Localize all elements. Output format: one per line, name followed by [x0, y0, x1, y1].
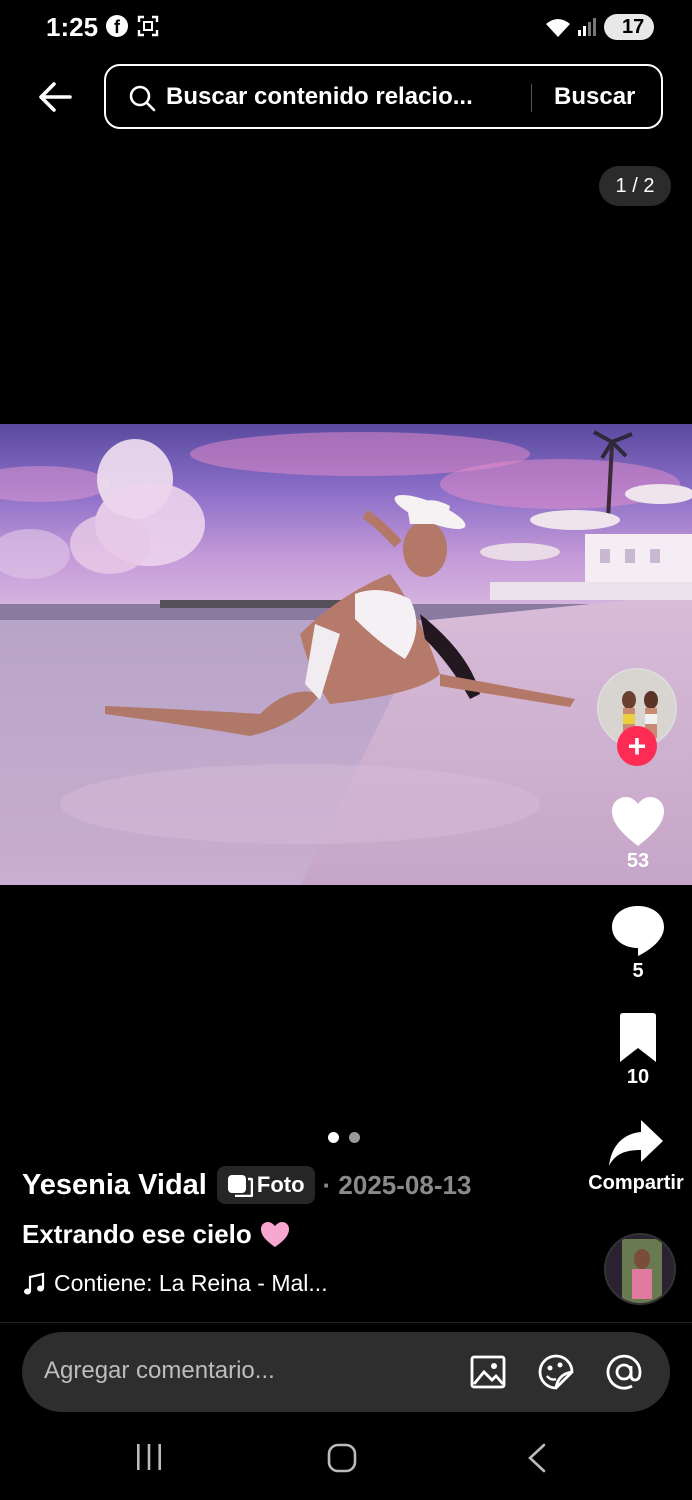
music-info[interactable]: Contiene: La Reina - Mal...	[22, 1270, 328, 1297]
comment-count: 5	[632, 960, 644, 982]
music-note-icon	[24, 1272, 45, 1294]
like-button[interactable]: 53	[588, 796, 688, 873]
save-button[interactable]: 10	[588, 1012, 688, 1089]
post-date: · 2025-08-13	[322, 1169, 472, 1200]
music-disc[interactable]	[604, 1233, 676, 1305]
home-nav-icon[interactable]	[326, 1442, 358, 1474]
music-title: Contiene: La Reina - Mal...	[54, 1270, 328, 1296]
share-label: Compartir	[588, 1172, 684, 1194]
carousel-dot-active	[328, 1132, 339, 1143]
back-arrow-icon[interactable]	[36, 78, 74, 116]
search-divider	[531, 84, 532, 112]
carousel-dot	[349, 1132, 360, 1143]
status-time: 1:25	[46, 12, 99, 42]
photo-tag-label: Foto	[256, 1172, 305, 1197]
search-button[interactable]: Buscar	[554, 83, 635, 111]
signal-icon	[578, 18, 596, 36]
share-button[interactable]: Compartir	[580, 1118, 692, 1195]
sticker-icon[interactable]	[536, 1352, 576, 1392]
status-bar: 1:25 f 17	[0, 0, 692, 56]
recents-nav-icon[interactable]	[134, 1442, 164, 1472]
page-counter: 1 / 2	[599, 166, 671, 206]
back-nav-icon[interactable]	[524, 1442, 550, 1474]
search-input[interactable]: Buscar contenido relacio...	[166, 83, 473, 111]
search-icon	[129, 85, 156, 112]
carousel-dots	[328, 1130, 370, 1148]
pink-heart-emoji-icon	[260, 1221, 289, 1247]
comment-bar[interactable]: Agregar comentario...	[22, 1332, 670, 1412]
comment-input[interactable]: Agregar comentario...	[44, 1357, 275, 1385]
comment-button[interactable]: 5	[588, 902, 688, 983]
author-row: Yesenia Vidal Foto · 2025-08-13	[22, 1165, 471, 1205]
wifi-icon	[546, 19, 570, 37]
search-bar[interactable]: Buscar contenido relacio... Buscar	[104, 64, 663, 129]
author-name[interactable]: Yesenia Vidal	[22, 1169, 207, 1202]
image-icon[interactable]	[468, 1352, 508, 1392]
caption-text: Extrando ese cielo	[22, 1219, 252, 1249]
save-count: 10	[626, 1066, 650, 1088]
photo-tag-icon	[227, 1175, 253, 1197]
divider	[0, 1322, 692, 1323]
screenshot-icon	[137, 15, 159, 37]
photo-tag-badge: Foto	[216, 1166, 315, 1204]
facebook-icon: f	[106, 15, 128, 37]
share-icon	[609, 1120, 663, 1166]
heart-icon	[612, 797, 664, 846]
like-count: 53	[626, 850, 650, 872]
comment-icon	[612, 906, 664, 956]
mention-icon[interactable]	[604, 1352, 644, 1392]
battery-indicator: 17	[604, 14, 654, 40]
post-caption: Extrando ese cielo	[22, 1219, 290, 1250]
bookmark-icon	[620, 1013, 656, 1062]
follow-button[interactable]: +	[617, 726, 657, 766]
